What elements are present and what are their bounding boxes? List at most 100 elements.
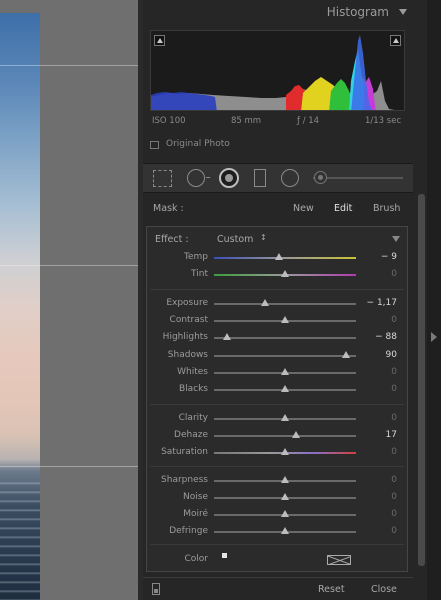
slider-dehaze[interactable]: Dehaze 17	[146, 429, 408, 443]
slider-value[interactable]: 0	[391, 315, 397, 325]
slider-label: Noise	[183, 492, 208, 502]
original-photo-label: Original Photo	[166, 139, 230, 149]
mask-new-button[interactable]: New	[293, 203, 314, 214]
slider-thumb[interactable]	[281, 476, 289, 483]
crop-tool-icon[interactable]	[153, 170, 172, 187]
slider-track[interactable]	[214, 337, 356, 339]
slider-thumb[interactable]	[292, 431, 301, 438]
slider-value[interactable]: − 9	[381, 252, 397, 262]
highlight-clipping-toggle[interactable]	[390, 35, 401, 46]
histogram-header[interactable]: Histogram	[143, 0, 413, 24]
histogram-collapse-icon[interactable]	[399, 9, 407, 15]
shutter-speed-value: 1/13 sec	[365, 116, 402, 126]
section-divider	[150, 544, 404, 545]
color-row: Color	[146, 553, 408, 567]
close-button[interactable]: Close	[371, 584, 397, 595]
slider-thumb[interactable]	[281, 414, 289, 421]
color-label: Color	[184, 554, 209, 564]
slider-value[interactable]: 0	[391, 492, 397, 502]
slider-value[interactable]: 0	[391, 367, 397, 377]
slider-thumb[interactable]	[281, 510, 289, 517]
adjustment-brush-icon[interactable]	[314, 171, 327, 184]
reset-button[interactable]: Reset	[318, 584, 345, 595]
slider-value[interactable]: − 1,17	[367, 298, 397, 308]
slider-temp[interactable]: Temp − 9	[146, 251, 408, 265]
slider-thumb[interactable]	[281, 493, 289, 500]
slider-value[interactable]: 17	[386, 430, 397, 440]
slider-thumb[interactable]	[342, 351, 351, 358]
slider-thumb[interactable]	[281, 368, 289, 375]
slider-value[interactable]: 0	[391, 475, 397, 485]
slider-value[interactable]: 0	[391, 384, 397, 394]
radial-filter-tool-icon[interactable]	[281, 169, 299, 187]
slider-label: Whites	[177, 367, 208, 377]
red-eye-tool-icon[interactable]	[219, 168, 239, 188]
slider-thumb[interactable]	[261, 299, 270, 306]
histogram-green	[329, 79, 351, 110]
slider-defringe[interactable]: Defringe 0	[146, 525, 408, 539]
spot-removal-tool-icon[interactable]	[187, 169, 210, 187]
slider-value[interactable]: 0	[391, 413, 397, 423]
effect-preset-select[interactable]: Custom	[217, 234, 253, 245]
image-canvas[interactable]	[0, 0, 138, 600]
mask-brush-button[interactable]: Brush	[373, 203, 400, 214]
slider-blacks[interactable]: Blacks 0	[146, 383, 408, 397]
slider-shadows[interactable]: Shadows 90	[146, 349, 408, 363]
histogram-graph	[150, 30, 405, 111]
slider-label: Contrast	[169, 315, 208, 325]
effect-row: Effect : Custom ↕	[153, 233, 403, 247]
slider-highlights[interactable]: Highlights − 88	[146, 331, 408, 345]
original-photo-toggle[interactable]: Original Photo	[150, 139, 405, 151]
slider-noise[interactable]: Noise 0	[146, 491, 408, 505]
slider-exposure[interactable]: Exposure − 1,17	[146, 297, 408, 311]
slider-value[interactable]: 0	[391, 526, 397, 536]
collapse-panel-arrow-icon[interactable]	[431, 332, 437, 342]
panel-footer: Reset Close	[143, 577, 413, 600]
panel-scrollbar[interactable]	[418, 194, 425, 566]
slider-label: Sharpness	[161, 475, 208, 485]
mask-edit-button[interactable]: Edit	[334, 203, 352, 214]
shadow-clipping-toggle[interactable]	[154, 35, 165, 46]
slider-clarity[interactable]: Clarity 0	[146, 412, 408, 426]
effect-updown-icon[interactable]: ↕	[260, 233, 267, 242]
slider-label: Tint	[191, 269, 208, 279]
slider-saturation[interactable]: Saturation 0	[146, 446, 408, 460]
histogram-plot	[151, 35, 395, 110]
slider-moire[interactable]: Moiré 0	[146, 508, 408, 522]
slider-contrast[interactable]: Contrast 0	[146, 314, 408, 328]
original-photo-checkbox[interactable]	[150, 141, 159, 149]
slider-thumb[interactable]	[281, 385, 289, 392]
slider-thumb[interactable]	[281, 527, 289, 534]
slider-thumb[interactable]	[281, 448, 289, 455]
slider-value[interactable]: − 88	[375, 332, 397, 342]
slider-thumb[interactable]	[281, 270, 289, 277]
color-swatch[interactable]	[327, 555, 351, 565]
slider-label: Shadows	[167, 350, 208, 360]
slider-label: Defringe	[169, 526, 208, 536]
slider-track[interactable]	[214, 303, 356, 305]
slider-track[interactable]	[214, 257, 356, 259]
focal-length-value: 85 mm	[231, 116, 262, 126]
slider-label: Blacks	[178, 384, 208, 394]
slider-value[interactable]: 0	[391, 509, 397, 519]
slider-value[interactable]: 0	[391, 447, 397, 457]
slider-sharpness[interactable]: Sharpness 0	[146, 474, 408, 488]
slider-value[interactable]: 90	[386, 350, 397, 360]
slider-thumb[interactable]	[222, 333, 231, 340]
photo-preview[interactable]	[0, 13, 40, 600]
slider-whites[interactable]: Whites 0	[146, 366, 408, 380]
mask-label: Mask :	[153, 203, 184, 214]
slider-thumb[interactable]	[281, 316, 289, 323]
slider-thumb[interactable]	[275, 253, 284, 260]
graduated-filter-tool-icon[interactable]	[254, 169, 266, 187]
effect-collapse-icon[interactable]	[392, 236, 400, 242]
toggle-icon[interactable]	[152, 583, 160, 595]
slider-tint[interactable]: Tint 0	[146, 268, 408, 282]
slider-value[interactable]: 0	[391, 269, 397, 279]
slider-track[interactable]	[214, 355, 356, 357]
slider-label: Temp	[184, 252, 208, 262]
section-divider	[150, 466, 404, 467]
slider-label: Moiré	[183, 509, 208, 519]
section-divider	[150, 404, 404, 405]
slider-track[interactable]	[214, 435, 356, 437]
